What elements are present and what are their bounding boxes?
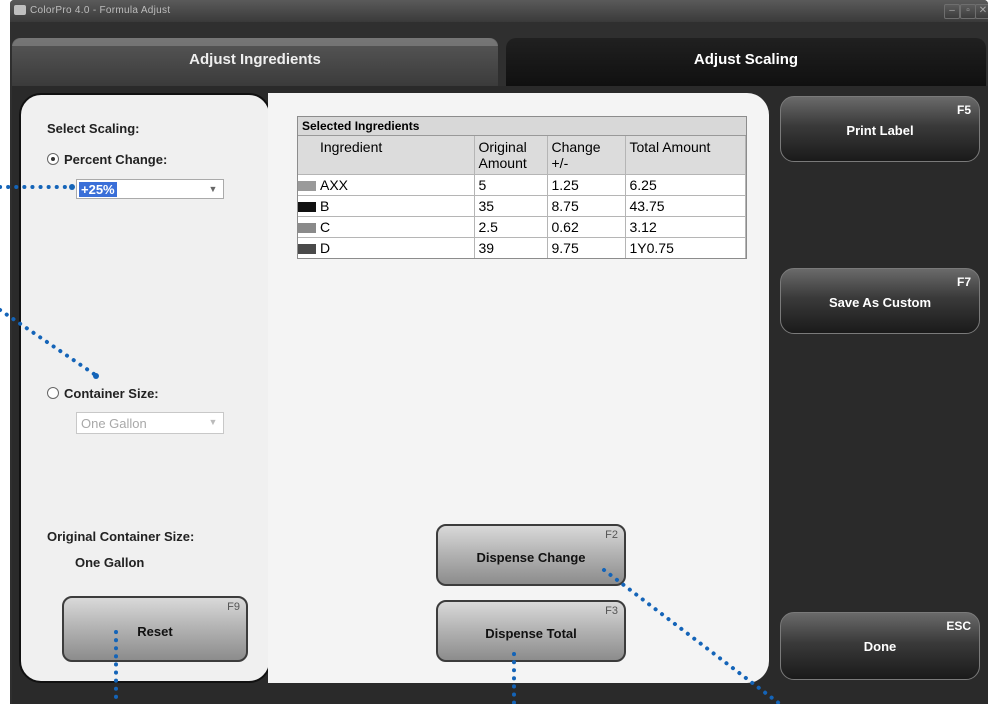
change-cell: 9.75 (547, 237, 626, 258)
total-amount-cell: 43.75 (625, 195, 746, 217)
reset-button-label: Reset (137, 624, 173, 639)
dispense-change-label: Dispense Change (476, 550, 586, 565)
save-as-custom-button[interactable]: F7 Save As Custom (780, 268, 980, 334)
save-as-custom-label: Save As Custom (828, 295, 932, 310)
percent-change-option[interactable]: Percent Change: (47, 152, 167, 167)
container-size-radio[interactable] (47, 387, 59, 399)
ingredients-grid: Selected Ingredients Ingredient Original… (297, 116, 747, 259)
original-amount-cell: 5 (474, 174, 548, 196)
print-label-label: Print Label (846, 123, 914, 138)
chevron-down-icon[interactable]: ▼ (206, 414, 220, 430)
original-amount-cell: 35 (474, 195, 548, 217)
change-cell: 1.25 (547, 174, 626, 196)
dispense-total-button[interactable]: F3 Dispense Total (436, 600, 626, 662)
app-icon (14, 5, 26, 15)
ingredient-cell: C (316, 216, 475, 238)
dispense-total-label: Dispense Total (485, 626, 577, 641)
scaling-options-panel: Select Scaling: Percent Change: +25% ▼ C… (19, 93, 271, 683)
ingredient-cell: AXX (316, 174, 475, 196)
change-cell: 0.62 (547, 216, 626, 238)
table-row[interactable]: B 35 8.75 43.75 (298, 195, 746, 217)
dispense-change-button[interactable]: F2 Dispense Change (436, 524, 626, 586)
total-amount-cell: 6.25 (625, 174, 746, 196)
dispense-total-key-hint: F3 (605, 605, 618, 617)
column-header-change: Change +/- (547, 136, 626, 175)
reset-button[interactable]: F9 Reset (62, 596, 248, 662)
total-amount-cell: 3.12 (625, 216, 746, 238)
original-amount-cell: 39 (474, 237, 548, 258)
ingredient-cell: B (316, 195, 475, 217)
color-swatch (298, 216, 316, 238)
tab-adjust-ingredients[interactable]: Adjust Ingredients (12, 38, 498, 86)
print-label-button[interactable]: F5 Print Label (780, 96, 980, 162)
ingredient-color-swatch (298, 201, 316, 212)
container-size-label: Container Size: (64, 386, 159, 401)
container-size-value: One Gallon (81, 416, 147, 431)
done-key-hint: ESC (946, 619, 971, 633)
maximize-icon[interactable]: ▫ (960, 4, 976, 19)
original-container-label: Original Container Size: (47, 529, 195, 544)
column-header-original-amount: Original Amount (474, 136, 548, 175)
dispense-change-key-hint: F2 (605, 529, 618, 541)
ingredient-color-swatch (298, 243, 316, 254)
done-button[interactable]: ESC Done (780, 612, 980, 680)
grid-title: Selected Ingredients (298, 117, 746, 136)
minimize-icon[interactable]: – (944, 4, 960, 19)
color-swatch (298, 195, 316, 217)
color-swatch (298, 237, 316, 258)
container-size-option[interactable]: Container Size: (47, 386, 159, 401)
select-scaling-label: Select Scaling: (47, 121, 140, 136)
ingredient-color-swatch (298, 222, 316, 233)
save-as-custom-key-hint: F7 (956, 275, 971, 289)
swatch-header (298, 136, 316, 175)
percent-change-label: Percent Change: (64, 152, 168, 167)
percent-change-select[interactable]: +25% ▼ (76, 179, 224, 199)
table-row[interactable]: C 2.5 0.62 3.12 (298, 216, 746, 238)
column-header-ingredient: Ingredient (316, 136, 475, 175)
ingredient-color-swatch (298, 180, 316, 191)
close-icon[interactable]: ✕ (975, 4, 988, 19)
tab-adjust-ingredients-label: Adjust Ingredients (189, 51, 321, 68)
chevron-down-icon[interactable]: ▼ (206, 181, 220, 197)
percent-change-value: +25% (79, 182, 117, 197)
tab-adjust-scaling[interactable]: Adjust Scaling (506, 38, 986, 86)
grid-header-row: Ingredient Original Amount Change +/- To… (298, 136, 746, 175)
container-size-select[interactable]: One Gallon ▼ (76, 412, 224, 434)
column-header-total-amount: Total Amount (625, 136, 746, 175)
done-label: Done (863, 639, 897, 654)
table-row[interactable]: AXX 5 1.25 6.25 (298, 174, 746, 196)
original-amount-cell: 2.5 (474, 216, 548, 238)
change-cell: 8.75 (547, 195, 626, 217)
percent-change-radio[interactable] (47, 153, 59, 165)
tab-adjust-scaling-label: Adjust Scaling (693, 51, 799, 68)
original-container-value: One Gallon (75, 555, 145, 570)
title-bar: ColorPro 4.0 - Formula Adjust – ▫ ✕ (10, 0, 988, 22)
window-title: ColorPro 4.0 - Formula Adjust (30, 5, 171, 16)
print-label-key-hint: F5 (956, 103, 971, 117)
total-amount-cell: 1Y0.75 (625, 237, 746, 258)
table-row[interactable]: D 39 9.75 1Y0.75 (298, 237, 746, 258)
color-swatch (298, 174, 316, 196)
ingredient-cell: D (316, 237, 475, 258)
reset-key-hint: F9 (227, 601, 240, 613)
